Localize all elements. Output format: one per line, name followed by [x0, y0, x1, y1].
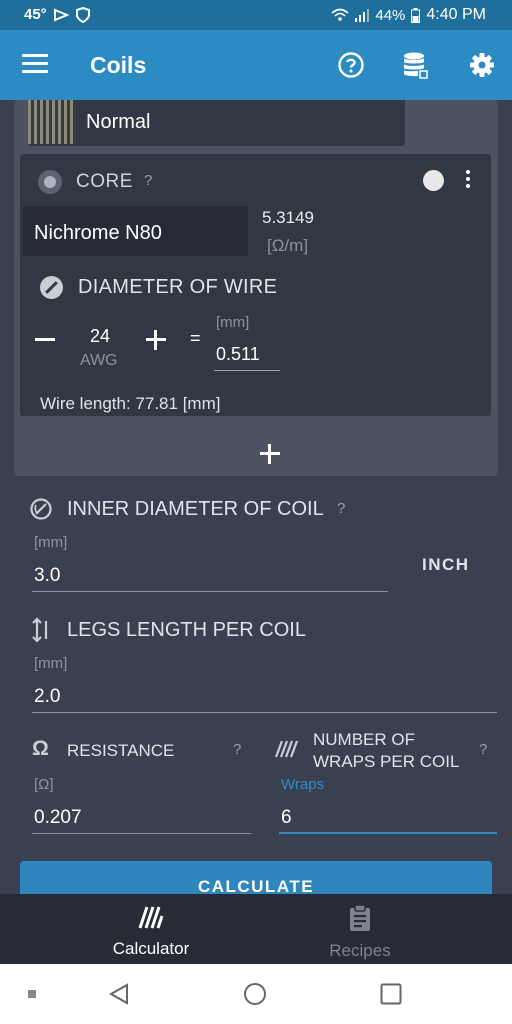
- inner-diameter-label: INNER DIAMETER OF COIL: [67, 498, 324, 520]
- nav-calculator-label: Calculator: [112, 939, 190, 958]
- wraps-help-icon[interactable]: ?: [479, 741, 487, 758]
- wire-material-label: Nichrome N80: [34, 222, 162, 244]
- help-circle-icon[interactable]: [337, 51, 365, 79]
- battery-percent: 44%: [375, 6, 406, 24]
- legs-length-icon: [32, 617, 48, 643]
- calculator-coil-icon: [138, 906, 164, 929]
- page-title: Coils: [90, 52, 147, 78]
- awg-decrement-button[interactable]: [35, 338, 55, 341]
- resistance-unit: [Ω]: [34, 776, 54, 793]
- resistivity-value: 5.3149: [262, 208, 314, 227]
- calculate-button-label: CALCULATE: [197, 877, 315, 894]
- awg-increment-button[interactable]: [146, 330, 166, 350]
- calculate-button[interactable]: CALCULATE: [20, 861, 492, 894]
- battery-icon: [411, 7, 421, 23]
- inner-diameter-input[interactable]: 3.0: [34, 565, 60, 587]
- diameter-label: DIAMETER OF WIRE: [78, 276, 278, 298]
- wraps-underline: [279, 832, 497, 834]
- wraps-label-line2: WRAPS PER COIL: [313, 752, 460, 771]
- nav-recipes[interactable]: Recipes: [285, 904, 435, 961]
- core-card: CORE ? Nichrome N80 5.3149 [Ω/m] DIAMETE…: [20, 154, 491, 416]
- home-icon[interactable]: [243, 982, 267, 1006]
- clock-text: 4:40 PM: [426, 6, 486, 23]
- wraps-unit: Wraps: [281, 776, 325, 793]
- gear-icon[interactable]: [468, 51, 496, 79]
- diameter-mm-underline: [214, 370, 280, 371]
- wraps-icon: [274, 740, 299, 758]
- more-vert-icon[interactable]: [465, 170, 471, 190]
- ohm-icon: Ω: [32, 737, 49, 760]
- database-icon[interactable]: [401, 51, 429, 79]
- app-bar: Coils: [0, 30, 512, 100]
- play-store-icon: [53, 8, 69, 21]
- resistance-underline: [32, 833, 251, 834]
- add-wire-button[interactable]: [260, 444, 280, 464]
- system-navigation-bar: [0, 964, 512, 1024]
- equals-sign: =: [190, 328, 201, 348]
- overview-icon[interactable]: [380, 983, 402, 1005]
- inch-toggle-button[interactable]: INCH: [422, 555, 470, 575]
- signal-icon: [355, 9, 370, 22]
- awg-value: 24: [90, 326, 111, 346]
- diameter-mm-unit: [mm]: [216, 314, 250, 331]
- legs-length-unit: [mm]: [34, 655, 68, 672]
- wire-material-selector[interactable]: Nichrome N80: [23, 206, 248, 256]
- legs-length-label: LEGS LENGTH PER COIL: [67, 619, 306, 641]
- menu-icon[interactable]: [22, 54, 48, 74]
- legs-length-underline: [32, 712, 497, 713]
- core-help-icon[interactable]: ?: [144, 172, 152, 189]
- back-icon[interactable]: [108, 982, 130, 1006]
- status-bar: 45° 44% 4:40 PM: [0, 0, 512, 30]
- wraps-input[interactable]: 6: [281, 807, 292, 829]
- clipboard-icon: [350, 904, 370, 931]
- inner-diameter-icon: [30, 498, 52, 520]
- shield-icon: [75, 6, 90, 23]
- coil-thumbnail-image: [28, 100, 76, 144]
- recent-dot-icon[interactable]: [28, 990, 36, 998]
- resistance-label: RESISTANCE: [67, 741, 175, 760]
- wraps-label-line1: NUMBER OF: [313, 730, 415, 749]
- coil-type-label: Normal: [86, 111, 151, 133]
- core-label: CORE: [76, 171, 133, 192]
- core-radio-icon[interactable]: [38, 170, 62, 194]
- calculator-content: Normal CORE ? Nichrome N80 5.3149 [Ω/m] …: [0, 100, 512, 894]
- inner-diameter-unit: [mm]: [34, 534, 68, 551]
- diameter-icon: [40, 276, 63, 299]
- coil-type-selector[interactable]: Normal: [28, 100, 405, 146]
- inner-diameter-help-icon[interactable]: ?: [337, 500, 345, 517]
- temperature-text: 45°: [24, 6, 47, 23]
- color-dot-icon[interactable]: [423, 170, 444, 191]
- nav-calculator[interactable]: Calculator: [76, 904, 226, 959]
- diameter-mm-input[interactable]: 0.511: [216, 344, 260, 365]
- resistivity-unit: [Ω/m]: [267, 236, 309, 255]
- resistance-input[interactable]: 0.207: [34, 807, 82, 829]
- wifi-icon: [331, 8, 349, 21]
- nav-recipes-label: Recipes: [329, 941, 391, 960]
- wire-length-text: Wire length: 77.81 [mm]: [40, 394, 221, 413]
- legs-length-input[interactable]: 2.0: [34, 686, 60, 708]
- bottom-navigation: Calculator Recipes: [0, 894, 512, 964]
- awg-unit: AWG: [80, 352, 118, 369]
- inner-diameter-underline: [32, 591, 388, 592]
- resistance-help-icon[interactable]: ?: [233, 741, 241, 758]
